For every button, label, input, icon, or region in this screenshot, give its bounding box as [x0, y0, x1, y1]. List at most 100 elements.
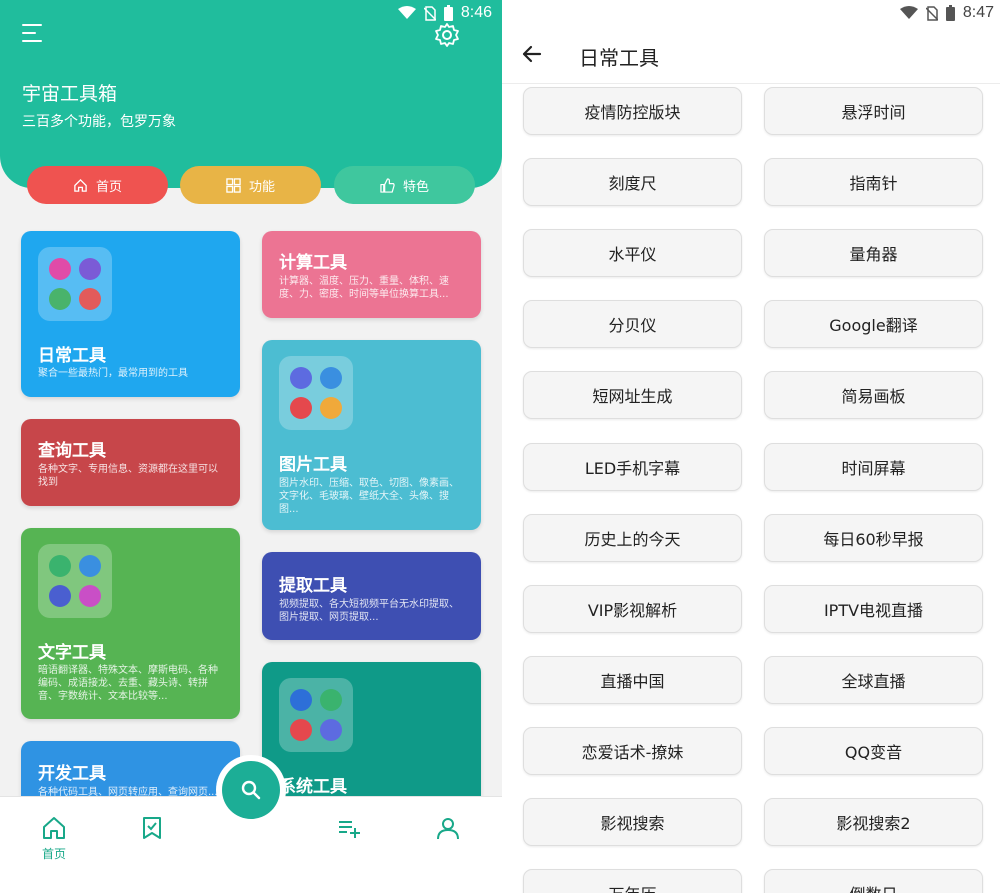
flower-icon [320, 397, 342, 419]
card-title: 计算工具 [279, 253, 347, 273]
no-sim-icon [925, 5, 938, 21]
app-title: 宇宙工具箱 [22, 83, 118, 105]
tool-button[interactable]: 倒数日 [764, 869, 983, 893]
star-icon [49, 258, 71, 280]
pill-function-label: 功能 [248, 179, 275, 195]
printer-icon [79, 585, 101, 607]
status-bar: 8:47 [899, 0, 994, 26]
shield-icon [320, 689, 342, 711]
pill-feature[interactable]: 特色 [334, 166, 475, 204]
camera-icon [290, 367, 312, 389]
tool-button[interactable]: 影视搜索2 [764, 798, 983, 846]
tool-button[interactable]: 简易画板 [764, 371, 983, 419]
card-title: 提取工具 [279, 576, 347, 596]
nav-profile[interactable] [428, 815, 468, 845]
home-screen: 8:46 宇宙工具箱 三百多个功能，包罗万象 首页 功能 特色 日常工具 聚合一… [0, 0, 502, 893]
tool-button[interactable]: 历史上的今天 [523, 514, 742, 562]
document-icon [49, 288, 71, 310]
system-icon-group [279, 678, 353, 752]
tool-button[interactable]: LED手机字幕 [523, 443, 742, 491]
monitor-icon [79, 288, 101, 310]
card-desc: 暗语翻译器、特殊文本、摩斯电码、各种编码、成语接龙、去重、藏头诗、转拼音、字数统… [38, 665, 218, 702]
tool-button[interactable]: 时间屏幕 [764, 443, 983, 491]
card-extract-tools[interactable]: 提取工具 视频提取、各大短视频平台无水印提取、图片提取、网页提取... [262, 552, 481, 640]
app-bar: 日常工具 [502, 26, 1000, 84]
status-time: 8:47 [962, 4, 994, 21]
daily-tools-screen: 8:47 日常工具 疫情防控版块 悬浮时间 刻度尺 指南针 水平仪 量角器 分贝仪 Googl… [502, 0, 1000, 893]
status-time: 8:46 [460, 4, 492, 21]
header-banner: 8:46 宇宙工具箱 三百多个功能，包罗万象 [0, 0, 502, 188]
page-title: 日常工具 [579, 46, 659, 70]
palette-icon [290, 397, 312, 419]
grid-icon [226, 177, 241, 193]
picture-icon [320, 367, 342, 389]
tool-button[interactable]: 每日60秒早报 [764, 514, 983, 562]
card-title: 系统工具 [279, 777, 347, 797]
bookmark-check-icon [143, 817, 161, 839]
graduation-cap-icon [49, 585, 71, 607]
tool-button[interactable]: 指南针 [764, 158, 983, 206]
percent-icon [290, 719, 312, 741]
daily-icon-group [38, 247, 112, 321]
tool-button[interactable]: 疫情防控版块 [523, 87, 742, 135]
card-title: 图片工具 [279, 455, 347, 475]
user-icon [437, 818, 459, 840]
card-title: 查询工具 [38, 441, 106, 461]
pill-function[interactable]: 功能 [180, 166, 321, 204]
tool-button[interactable]: IPTV电视直播 [764, 585, 983, 633]
card-daily-tools[interactable]: 日常工具 聚合一些最热门，最常用到的工具 [21, 231, 240, 397]
card-desc: 各种文字、专用信息、资源都在这里可以找到 [38, 464, 218, 488]
thumb-up-icon [380, 177, 395, 193]
tool-button[interactable]: 万年历 [523, 869, 742, 893]
lock-icon [290, 689, 312, 711]
tool-button[interactable]: 水平仪 [523, 229, 742, 277]
card-title: 开发工具 [38, 764, 106, 784]
back-arrow-icon[interactable] [520, 42, 544, 66]
note-icon [49, 555, 71, 577]
wifi-icon [899, 6, 918, 19]
card-image-tools[interactable]: 图片工具 图片水印、压缩、取色、切图、像素画、文字化、毛玻璃、壁纸大全、头像、搜… [262, 340, 481, 530]
tool-button[interactable]: 恋爱话术-撩妹 [523, 727, 742, 775]
text-icon-group [38, 544, 112, 618]
clover-icon [79, 258, 101, 280]
settings-icon [320, 719, 342, 741]
tool-button[interactable]: 悬浮时间 [764, 87, 983, 135]
card-desc: 计算器、温度、压力、重量、体积、速度、力、密度、时间等单位换算工具... [279, 276, 449, 300]
wifi-icon [397, 6, 416, 19]
nav-bookmark[interactable] [132, 815, 172, 845]
battery-icon [443, 5, 453, 21]
card-desc: 图片水印、压缩、取色、切图、像素画、文字化、毛玻璃、壁纸大全、头像、搜图... [279, 478, 459, 515]
tool-button[interactable]: VIP影视解析 [523, 585, 742, 633]
card-calc-tools[interactable]: 计算工具 计算器、温度、压力、重量、体积、速度、力、密度、时间等单位换算工具..… [262, 231, 481, 318]
tool-button[interactable]: 分贝仪 [523, 300, 742, 348]
card-desc: 聚合一些最热门，最常用到的工具 [38, 368, 188, 379]
card-title: 文字工具 [38, 643, 106, 663]
search-fab[interactable] [222, 761, 280, 819]
nav-playlist-add[interactable] [329, 815, 369, 845]
nav-home[interactable]: 首页 [34, 815, 74, 862]
pill-home-label: 首页 [95, 179, 122, 195]
menu-icon[interactable] [22, 24, 46, 44]
home-icon [74, 178, 87, 192]
file-icon [79, 555, 101, 577]
tool-button[interactable]: 量角器 [764, 229, 983, 277]
home-icon [43, 817, 65, 839]
playlist-add-icon [339, 821, 360, 838]
tool-button[interactable]: Google翻译 [764, 300, 983, 348]
nav-home-label: 首页 [41, 847, 66, 861]
tool-button[interactable]: 全球直播 [764, 656, 983, 704]
card-desc: 视频提取、各大短视频平台无水印提取、图片提取、网页提取... [279, 599, 459, 623]
card-query-tools[interactable]: 查询工具 各种文字、专用信息、资源都在这里可以找到 [21, 419, 240, 506]
card-text-tools[interactable]: 文字工具 暗语翻译器、特殊文本、摩斯电码、各种编码、成语接龙、去重、藏头诗、转拼… [21, 528, 240, 719]
pill-home[interactable]: 首页 [27, 166, 168, 204]
card-title: 日常工具 [38, 346, 106, 366]
tool-button[interactable]: 直播中国 [523, 656, 742, 704]
app-subtitle: 三百多个功能，包罗万象 [22, 114, 176, 130]
tool-button[interactable]: 短网址生成 [523, 371, 742, 419]
no-sim-icon [423, 5, 436, 21]
search-icon [241, 780, 261, 800]
tool-button[interactable]: 刻度尺 [523, 158, 742, 206]
tool-button[interactable]: QQ变音 [764, 727, 983, 775]
settings-gear-icon[interactable] [434, 22, 460, 48]
tool-button[interactable]: 影视搜索 [523, 798, 742, 846]
